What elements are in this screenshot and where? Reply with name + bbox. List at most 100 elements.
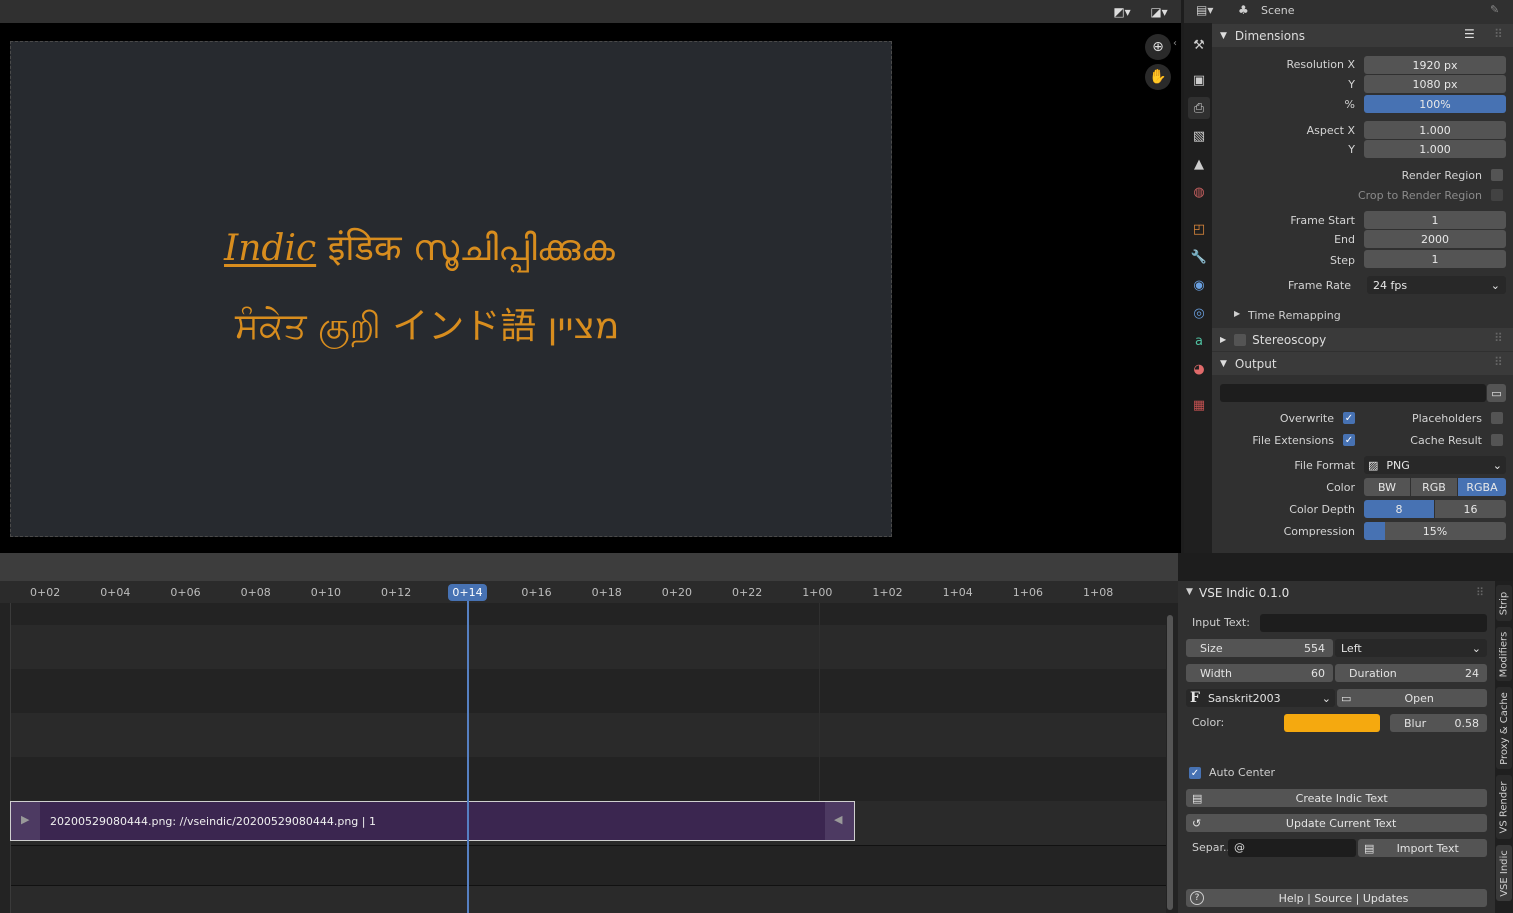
width-field[interactable]: Width 60 <box>1186 664 1333 682</box>
blur-field[interactable]: Blur 0.58 <box>1390 714 1487 732</box>
tab-proxy-cache[interactable]: Proxy & Cache <box>1496 687 1512 769</box>
aspect-y-field[interactable]: 1.000 <box>1364 140 1506 158</box>
text-color-swatch[interactable] <box>1284 714 1380 732</box>
gizmo-dropdown-icon[interactable]: ◪▾ <box>1144 2 1174 21</box>
update-current-text-button[interactable]: ↺ Update Current Text <box>1186 814 1487 832</box>
aspect-x-field[interactable]: 1.000 <box>1364 121 1506 139</box>
resolution-y-field[interactable]: 1080 px <box>1364 75 1506 93</box>
world-tab-icon[interactable]: ◍ <box>1188 181 1210 203</box>
render-region-checkbox[interactable] <box>1491 169 1503 181</box>
data-tab-icon[interactable]: a <box>1188 330 1210 352</box>
placeholders-checkbox[interactable] <box>1491 412 1503 424</box>
resolution-x-field[interactable]: 1920 px <box>1364 56 1506 74</box>
properties-header: ▤▾ ♣ Scene ✎ <box>1184 0 1513 23</box>
scene-tab-icon[interactable]: ▲ <box>1188 153 1210 175</box>
pin-icon[interactable]: ✎ <box>1490 3 1499 16</box>
text-doc-icon: ▤ <box>1192 791 1203 805</box>
text-doc-icon: ▤ <box>1364 841 1375 855</box>
placeholders-label: Placeholders <box>1411 412 1482 425</box>
cache-result-checkbox[interactable] <box>1491 434 1503 446</box>
frame-end-field[interactable]: 2000 <box>1364 230 1506 248</box>
output-panel-header[interactable]: ▼ Output ⠿ <box>1212 352 1513 375</box>
render-region-label: Render Region <box>1401 169 1482 182</box>
playhead[interactable] <box>467 598 469 913</box>
tab-strip[interactable]: Strip <box>1496 585 1512 621</box>
tab-vs-render[interactable]: VS Render <box>1496 775 1512 839</box>
ruler-tick-label: 0+16 <box>521 586 552 599</box>
view-layer-tab-icon[interactable]: ▧ <box>1188 125 1210 147</box>
dimensions-panel-header[interactable]: ▼ Dimensions ☰ ⠿ <box>1212 24 1513 47</box>
create-indic-text-button[interactable]: ▤ Create Indic Text <box>1186 789 1487 807</box>
size-field[interactable]: Size 554 <box>1186 639 1333 657</box>
import-text-button[interactable]: ▤ Import Text <box>1358 839 1487 857</box>
current-frame-label[interactable]: 0+14 <box>448 584 487 601</box>
strip-right-handle[interactable]: ◀ <box>825 802 854 840</box>
chevron-down-icon: ▼ <box>1220 30 1227 41</box>
drag-handle-icon[interactable]: ⠿ <box>1494 27 1503 41</box>
help-button[interactable]: ? Help | Source | Updates <box>1186 889 1487 907</box>
overwrite-checkbox[interactable]: ✓ <box>1343 412 1355 424</box>
vse-panel-title[interactable]: VSE Indic 0.1.0 <box>1199 586 1289 600</box>
folder-icon[interactable]: ▭ <box>1487 384 1506 402</box>
file-format-select[interactable]: ▨ PNG ⌄ <box>1364 456 1506 474</box>
collapse-arrow-icon[interactable]: ‹ <box>1173 38 1177 49</box>
depth-16-button[interactable]: 16 <box>1435 500 1506 518</box>
color-rgba-button[interactable]: RGBA <box>1458 478 1506 496</box>
color-bw-button[interactable]: BW <box>1364 478 1410 496</box>
align-select[interactable]: Left ⌄ <box>1335 639 1487 657</box>
drag-handle-icon[interactable]: ⠿ <box>1476 586 1484 599</box>
preview-canvas: Indic इंडिक സൂചിപ്പിക്കുക ਸੰਕੇਤ குறி インド… <box>10 41 892 537</box>
texture-tab-icon[interactable]: ▦ <box>1188 394 1210 416</box>
time-remapping-subpanel[interactable]: Time Remapping <box>1248 309 1341 322</box>
font-select[interactable]: F Sanskrit2003 ⌄ <box>1186 689 1335 707</box>
chevron-down-icon: ▼ <box>1186 587 1193 597</box>
editor-type-icon[interactable]: ▤▾ <box>1196 3 1213 17</box>
frame-start-label: Frame Start <box>1290 214 1355 227</box>
open-font-button[interactable]: ▭ Open <box>1337 689 1487 707</box>
physics-tab-icon[interactable]: ◎ <box>1188 302 1210 324</box>
zoom-icon[interactable]: ⊕ <box>1145 34 1171 60</box>
frame-rate-select[interactable]: 24 fps ⌄ <box>1367 276 1506 294</box>
drag-handle-icon[interactable]: ⠿ <box>1494 355 1503 369</box>
chevron-right-icon: ▶ <box>1234 309 1241 318</box>
resolution-percent-field[interactable]: 100% <box>1364 95 1506 113</box>
output-tab-icon[interactable]: ⎙ <box>1188 97 1210 119</box>
output-path-input[interactable] <box>1220 384 1486 402</box>
frame-rate-label: Frame Rate <box>1288 279 1351 292</box>
tab-modifiers[interactable]: Modifiers <box>1496 627 1512 681</box>
separator-input[interactable]: @ <box>1228 839 1356 857</box>
strip-left-handle[interactable]: ▶ <box>11 802 40 840</box>
depth-8-button[interactable]: 8 <box>1364 500 1434 518</box>
stereoscopy-panel-header[interactable]: ▶ Stereoscopy ⠿ <box>1212 328 1513 351</box>
modifier-tab-icon[interactable]: 🔧 <box>1188 246 1210 268</box>
image-strip[interactable]: 20200529080444.png: //vseindic/202005290… <box>10 801 855 841</box>
second-marker-line <box>819 603 820 801</box>
crop-region-checkbox[interactable] <box>1491 189 1503 201</box>
object-tab-icon[interactable]: ◰ <box>1188 218 1210 240</box>
particles-tab-icon[interactable]: ◉ <box>1188 274 1210 296</box>
channel-lane <box>10 625 1166 669</box>
hand-pan-icon[interactable]: ✋ <box>1145 64 1171 90</box>
tool-tab-icon[interactable]: ⚒ <box>1188 34 1210 56</box>
output-title: Output <box>1234 356 1277 371</box>
material-tab-icon[interactable]: ◕ <box>1188 358 1210 380</box>
stereoscopy-checkbox[interactable] <box>1234 333 1247 346</box>
frame-start-field[interactable]: 1 <box>1364 211 1506 229</box>
auto-center-checkbox[interactable]: ✓ <box>1189 767 1201 779</box>
render-tab-icon[interactable]: ▣ <box>1188 69 1210 91</box>
input-text-field[interactable] <box>1260 614 1487 632</box>
frame-step-field[interactable]: 1 <box>1364 250 1506 268</box>
file-extensions-checkbox[interactable]: ✓ <box>1343 434 1355 446</box>
ruler-tick-label: 0+08 <box>240 586 271 599</box>
file-format-label: File Format <box>1294 459 1355 472</box>
compression-slider[interactable]: 15% <box>1364 522 1506 540</box>
timeline-scrollbar[interactable] <box>1167 615 1173 910</box>
overlay-dropdown-icon[interactable]: ◩▾ <box>1107 2 1137 21</box>
color-rgb-button[interactable]: RGB <box>1411 478 1457 496</box>
triangle-left-icon: ◀ <box>834 813 843 826</box>
tab-vse-indic[interactable]: VSE Indic <box>1496 845 1512 901</box>
presets-icon[interactable]: ☰ <box>1464 27 1475 41</box>
drag-handle-icon[interactable]: ⠿ <box>1494 331 1503 345</box>
chevron-down-icon: ⌄ <box>1490 278 1500 292</box>
duration-field[interactable]: Duration 24 <box>1335 664 1487 682</box>
